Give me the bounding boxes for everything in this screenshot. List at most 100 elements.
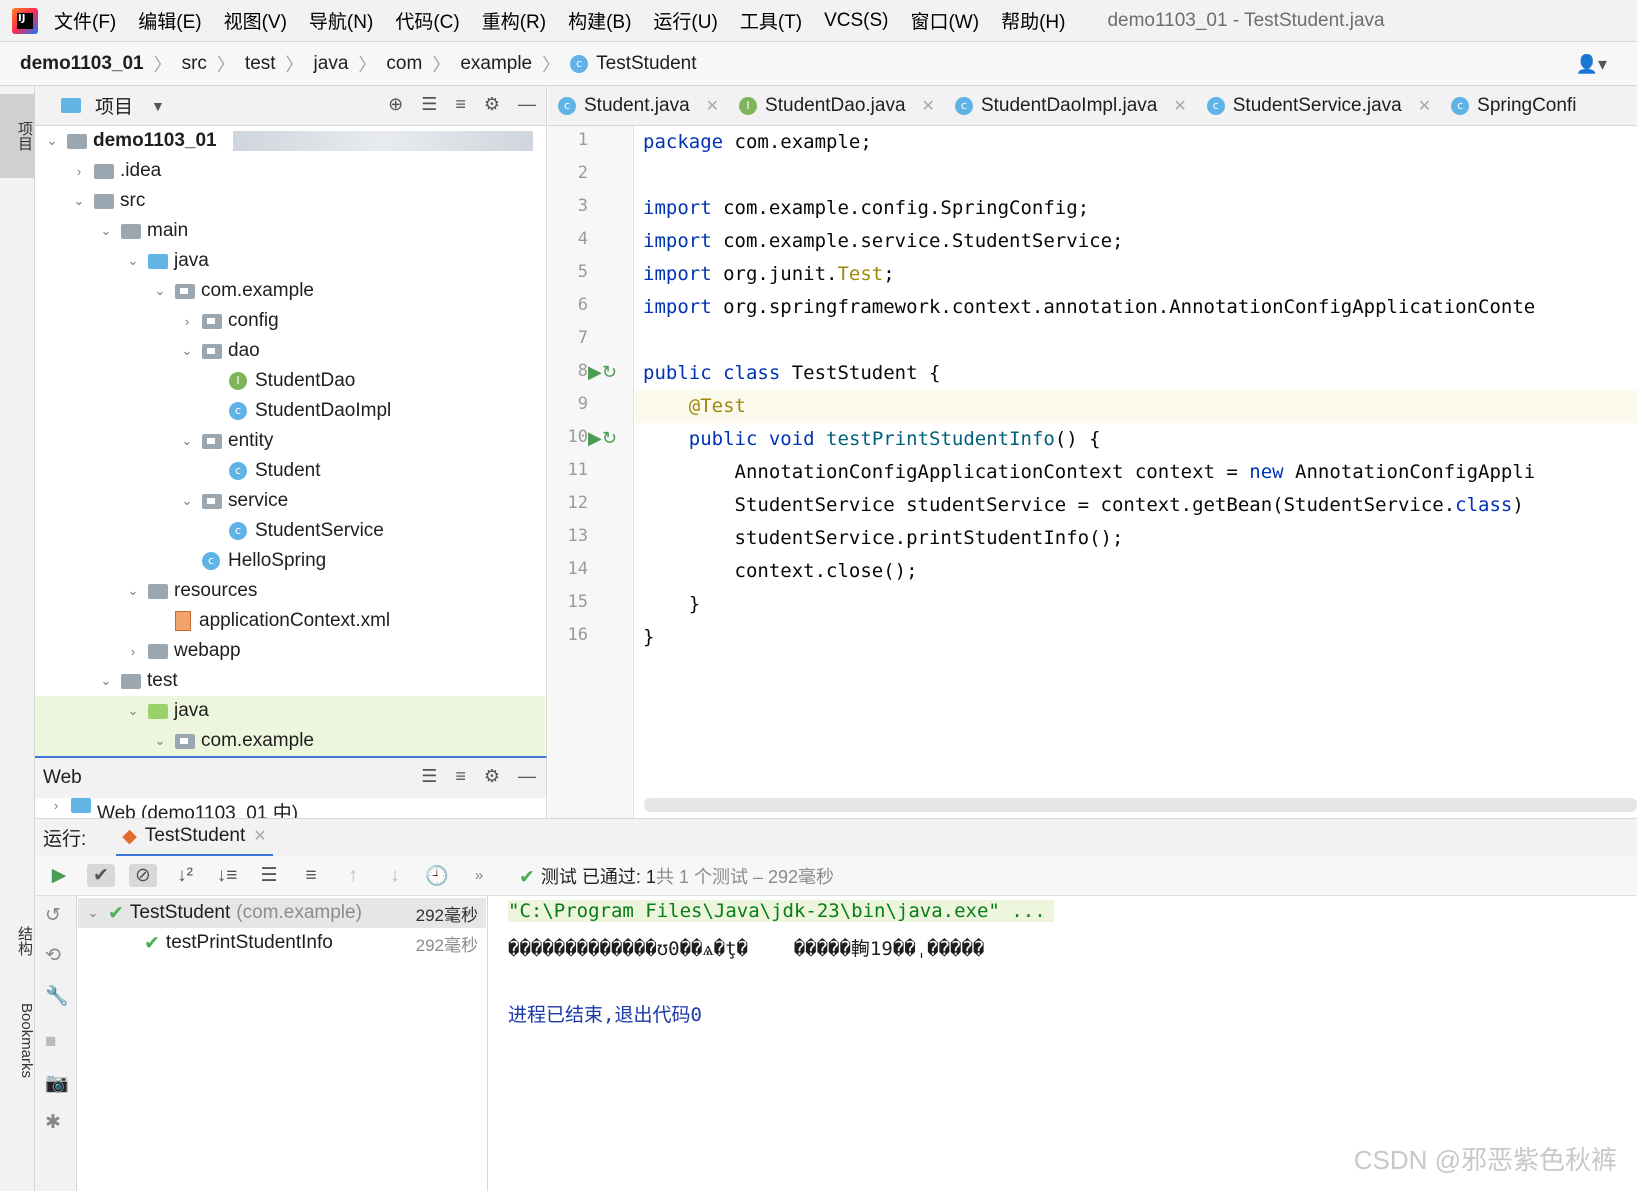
- chevron-down-icon[interactable]: ⌄: [124, 703, 142, 719]
- chevron-down-icon[interactable]: ⌄: [70, 193, 88, 209]
- rerun-icon[interactable]: ▶: [45, 864, 73, 887]
- breadcrumb-com[interactable]: com: [386, 53, 422, 75]
- tab-springconfig-java[interactable]: c SpringConfi: [1441, 86, 1586, 125]
- collapse-all-icon[interactable]: ≡: [297, 865, 325, 887]
- menu-help[interactable]: 帮助(H): [1001, 7, 1065, 34]
- user-account-icon[interactable]: 👤▾: [1576, 54, 1607, 75]
- rerun-failed-icon[interactable]: ⟲: [45, 944, 61, 967]
- web-tree-item[interactable]: › Web (demo1103_01 中): [35, 798, 546, 820]
- sort-alpha-icon[interactable]: ↓²: [171, 865, 199, 887]
- tree-item[interactable]: › config: [35, 306, 545, 336]
- previous-failed-icon[interactable]: ↑: [339, 865, 367, 887]
- tree-item[interactable]: ⌄ java: [35, 246, 545, 276]
- console-output[interactable]: "C:\Program Files\Java\jdk-23\bin\java.e…: [490, 896, 1637, 1191]
- close-icon[interactable]: ✕: [1173, 96, 1186, 116]
- next-failed-icon[interactable]: ↓: [381, 865, 409, 887]
- chevron-right-icon[interactable]: ›: [70, 164, 88, 179]
- tree-item[interactable]: I StudentDao: [35, 366, 545, 396]
- tree-item[interactable]: › .idea: [35, 156, 545, 186]
- chevron-down-icon[interactable]: ⌄: [124, 253, 142, 269]
- close-icon[interactable]: ✕: [922, 96, 935, 116]
- chevron-down-icon[interactable]: ⌄: [97, 223, 115, 239]
- menu-view[interactable]: 视图(V): [224, 7, 287, 34]
- history-icon[interactable]: 🕘: [423, 864, 451, 888]
- stop-icon[interactable]: ■: [45, 1031, 56, 1053]
- test-row-class[interactable]: ⌄ ✔ TestStudent (com.example) 292毫秒: [78, 898, 486, 928]
- sort-duration-icon[interactable]: ↓≡: [213, 865, 241, 887]
- tree-item[interactable]: c StudentDaoImpl: [35, 396, 545, 426]
- chevron-down-icon[interactable]: ⌄: [178, 433, 196, 449]
- debug-icon[interactable]: ↺: [45, 904, 61, 927]
- tree-item[interactable]: ⌄ demo1103_01: [35, 126, 545, 156]
- stripe-tab-bookmarks[interactable]: Bookmarks: [0, 986, 35, 1096]
- minimize-icon[interactable]: —: [518, 94, 536, 115]
- tree-item[interactable]: › webapp: [35, 636, 545, 666]
- menu-build[interactable]: 构建(B): [568, 7, 631, 34]
- run-method-icon[interactable]: ▶↻: [588, 428, 617, 449]
- menu-edit[interactable]: 编辑(E): [138, 7, 201, 34]
- show-ignored-icon[interactable]: ⊘: [129, 864, 157, 887]
- gear-icon[interactable]: ⚙: [484, 766, 500, 787]
- breadcrumb-teststudent[interactable]: TestStudent: [596, 53, 696, 75]
- tree-item[interactable]: ⌄ resources: [35, 576, 545, 606]
- code-editor[interactable]: package com.example; import com.example.c…: [635, 126, 1637, 798]
- settings-icon[interactable]: ✱: [45, 1111, 61, 1134]
- chevron-right-icon[interactable]: ›: [178, 314, 196, 329]
- tree-item[interactable]: c HelloSpring: [35, 546, 545, 576]
- run-tab-teststudent[interactable]: ◆ TestStudent ✕: [116, 819, 273, 857]
- collapse-all-icon[interactable]: ≡: [455, 766, 466, 787]
- menu-refactor[interactable]: 重构(R): [482, 7, 546, 34]
- project-title[interactable]: 项目: [95, 92, 133, 119]
- tree-item[interactable]: ⌄ test: [35, 666, 545, 696]
- menu-file[interactable]: 文件(F): [54, 7, 116, 34]
- tab-student-java[interactable]: c Student.java ✕: [548, 86, 729, 125]
- tree-item[interactable]: ⌄ service: [35, 486, 545, 516]
- tab-studentdaoimpl-java[interactable]: c StudentDaoImpl.java ✕: [945, 86, 1197, 125]
- close-icon[interactable]: ✕: [253, 826, 266, 846]
- tree-item[interactable]: ⌄ dao: [35, 336, 545, 366]
- breadcrumb-src[interactable]: src: [182, 53, 207, 75]
- expand-all-icon[interactable]: ☰: [421, 94, 437, 115]
- chevron-down-icon[interactable]: ⌄: [151, 733, 169, 749]
- breadcrumb-example[interactable]: example: [460, 53, 532, 75]
- tab-studentdao-java[interactable]: I StudentDao.java ✕: [729, 86, 945, 125]
- chevron-right-icon[interactable]: ›: [47, 798, 65, 813]
- close-icon[interactable]: ✕: [1418, 96, 1431, 116]
- chevron-down-icon[interactable]: ⌄: [178, 343, 196, 359]
- tree-item[interactable]: ⌄ com.example: [35, 276, 545, 306]
- chevron-down-icon[interactable]: ⌄: [178, 493, 196, 509]
- tree-item[interactable]: c Student: [35, 456, 545, 486]
- breadcrumb-java[interactable]: java: [314, 53, 349, 75]
- chevron-down-icon[interactable]: ⌄: [84, 905, 102, 921]
- menu-vcs[interactable]: VCS(S): [824, 10, 888, 32]
- tree-item[interactable]: ⌄ entity: [35, 426, 545, 456]
- menu-code[interactable]: 代码(C): [395, 7, 459, 34]
- breadcrumb-test[interactable]: test: [245, 53, 276, 75]
- tree-item[interactable]: ⌄ com.example: [35, 726, 545, 756]
- chevron-down-icon[interactable]: ⌄: [151, 283, 169, 299]
- stripe-tab-structure[interactable]: 结构: [0, 906, 35, 976]
- tree-item[interactable]: ⌄ main: [35, 216, 545, 246]
- wrench-icon[interactable]: 🔧: [45, 984, 69, 1008]
- show-passed-icon[interactable]: ✔: [87, 864, 115, 887]
- tree-item[interactable]: applicationContext.xml: [35, 606, 545, 636]
- close-icon[interactable]: ✕: [706, 96, 719, 116]
- menu-tools[interactable]: 工具(T): [740, 7, 802, 34]
- menu-navigate[interactable]: 导航(N): [309, 7, 373, 34]
- expand-all-icon[interactable]: ☰: [421, 766, 437, 787]
- chevron-down-icon[interactable]: ⌄: [43, 133, 61, 149]
- stripe-tab-project[interactable]: 项目: [0, 94, 35, 178]
- breadcrumb-project[interactable]: demo1103_01: [20, 53, 144, 75]
- gear-icon[interactable]: ⚙: [484, 94, 500, 115]
- run-class-icon[interactable]: ▶↻: [588, 362, 617, 383]
- expand-all-icon[interactable]: ☰: [255, 864, 283, 887]
- more-icon[interactable]: »: [465, 867, 493, 884]
- chevron-down-icon[interactable]: ▼: [151, 98, 165, 114]
- camera-icon[interactable]: 📷: [45, 1071, 69, 1095]
- locate-icon[interactable]: ⊕: [388, 94, 403, 115]
- editor-horizontal-scrollbar[interactable]: [644, 798, 1637, 812]
- collapse-all-icon[interactable]: ≡: [455, 94, 466, 115]
- tree-item[interactable]: ⌄ src: [35, 186, 545, 216]
- menu-run[interactable]: 运行(U): [653, 7, 717, 34]
- chevron-down-icon[interactable]: ⌄: [124, 583, 142, 599]
